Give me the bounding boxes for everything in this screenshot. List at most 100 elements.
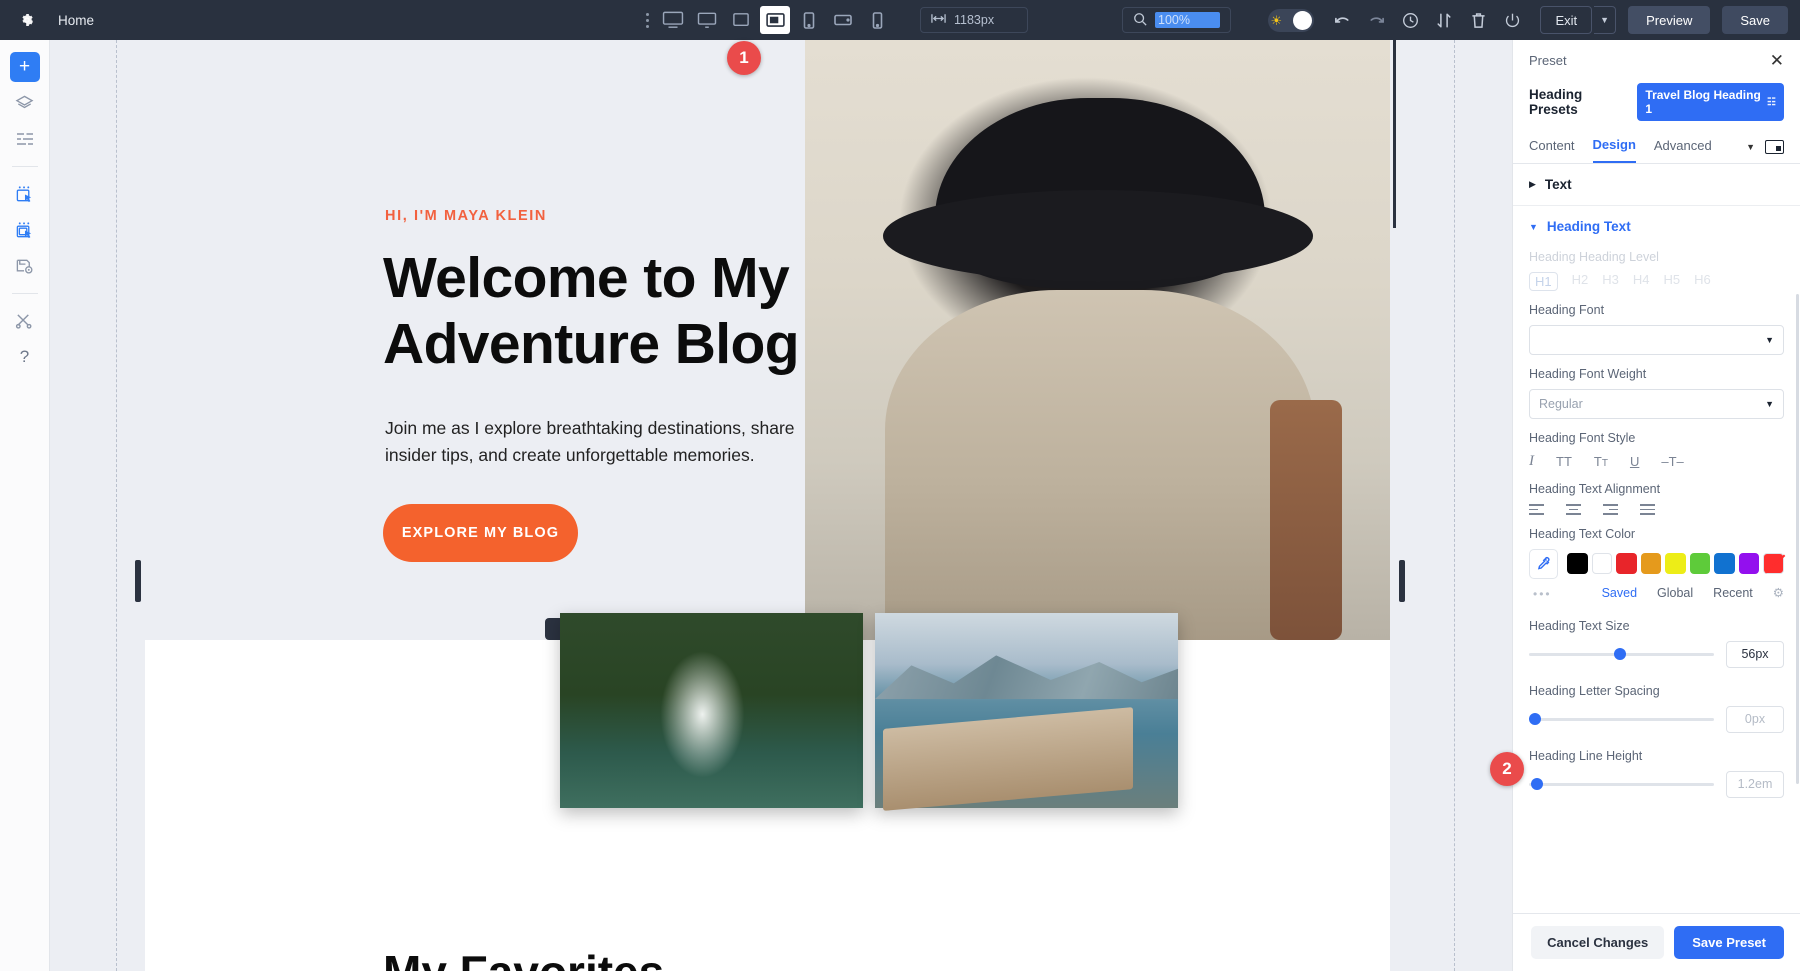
gallery-image-waterfall[interactable] <box>560 613 863 808</box>
saved-elements-icon[interactable] <box>10 251 40 281</box>
power-icon[interactable] <box>1496 5 1528 35</box>
underline-icon[interactable]: U <box>1630 454 1639 469</box>
gallery-image-lake-dock[interactable] <box>875 613 1178 811</box>
heading-font-weight-select[interactable]: Regular ▼ <box>1529 389 1784 419</box>
list-icon[interactable] <box>10 124 40 154</box>
heading-level-h2[interactable]: H2 <box>1572 272 1589 291</box>
color-swatch-yellow[interactable] <box>1665 553 1686 575</box>
tools-icon[interactable] <box>10 306 40 336</box>
heading-level-h4[interactable]: H4 <box>1633 272 1650 291</box>
more-options-icon[interactable] <box>640 8 654 32</box>
color-tab-global[interactable]: Global <box>1657 586 1693 600</box>
heading-line-height-slider[interactable] <box>1529 778 1714 791</box>
color-swatch-white[interactable] <box>1591 553 1613 575</box>
zoom-field[interactable]: 100% <box>1122 7 1231 33</box>
tab-content[interactable]: Content <box>1529 138 1575 162</box>
chevron-down-icon[interactable]: ▼ <box>1746 142 1755 152</box>
align-right-icon[interactable] <box>1603 504 1618 515</box>
slider-knob[interactable] <box>1614 648 1627 661</box>
save-button[interactable]: Save <box>1722 6 1788 34</box>
heading-level-h1[interactable]: H1 <box>1529 272 1558 291</box>
exit-dropdown-caret-icon[interactable]: ▼ <box>1594 6 1617 34</box>
zoom-value[interactable]: 100% <box>1155 12 1220 28</box>
slider-knob[interactable] <box>1530 778 1543 791</box>
breadcrumb-home[interactable]: Home <box>58 13 94 28</box>
save-preset-button[interactable]: Save Preset <box>1674 926 1784 959</box>
section-heading-text[interactable]: ▼ Heading Text <box>1513 206 1800 238</box>
trash-icon[interactable] <box>1462 5 1494 35</box>
device-tablet-portrait-icon[interactable] <box>794 6 824 34</box>
explore-my-blog-button[interactable]: EXPLORE MY BLOG <box>383 504 578 562</box>
color-swatch-blue[interactable] <box>1714 553 1735 575</box>
exit-button[interactable]: Exit <box>1540 6 1593 34</box>
device-desktop-large-icon[interactable] <box>658 6 688 34</box>
color-swatch-black[interactable] <box>1567 553 1588 575</box>
strikethrough-icon[interactable]: ‒T‒ <box>1661 454 1683 469</box>
uppercase-icon[interactable]: TT <box>1556 454 1572 469</box>
resize-handle-right[interactable] <box>1399 560 1405 602</box>
heading-font-select[interactable]: ▼ <box>1529 325 1784 355</box>
device-mobile-portrait-icon[interactable] <box>862 6 892 34</box>
hero-subtext[interactable]: Join me as I explore breathtaking destin… <box>385 415 825 469</box>
element-picker-icon[interactable] <box>10 179 40 209</box>
hero-eyebrow[interactable]: HI, I'M MAYA KLEIN <box>385 208 547 224</box>
global-element-picker-icon[interactable] <box>10 215 40 245</box>
color-swatch-transparent[interactable] <box>1763 553 1784 575</box>
preview-button[interactable]: Preview <box>1628 6 1711 34</box>
align-left-icon[interactable] <box>1529 504 1544 515</box>
color-tab-recent[interactable]: Recent <box>1713 586 1753 600</box>
heading-line-height-value[interactable]: 1.2em <box>1726 770 1784 798</box>
italic-icon[interactable]: I <box>1529 453 1534 470</box>
capitalize-icon[interactable]: TT <box>1594 454 1608 469</box>
sort-arrows-icon[interactable] <box>1428 5 1460 35</box>
layers-icon[interactable] <box>10 88 40 118</box>
add-element-button[interactable]: + <box>9 52 40 82</box>
heading-text-alignment-field: Heading Text Alignment <box>1513 470 1800 515</box>
preset-chip[interactable]: Travel Blog Heading 1 ☷ <box>1637 83 1784 121</box>
undo-icon[interactable] <box>1326 5 1358 35</box>
heading-level-h5[interactable]: H5 <box>1664 272 1681 291</box>
hero-heading[interactable]: Welcome to My Adventure Blog <box>383 245 853 377</box>
history-clock-icon[interactable] <box>1394 5 1426 35</box>
device-tablet-landscape-icon[interactable] <box>760 6 790 34</box>
hero-image[interactable] <box>805 40 1390 640</box>
favorites-heading[interactable]: My Favorites <box>383 945 664 971</box>
color-swatch-purple[interactable] <box>1738 553 1760 575</box>
panel-scrollbar[interactable] <box>1796 294 1799 784</box>
canvas-width-field[interactable]: 1183px <box>920 7 1028 33</box>
device-laptop-icon[interactable] <box>726 6 756 34</box>
resize-handle-left[interactable] <box>135 560 141 602</box>
tab-design[interactable]: Design <box>1592 137 1636 163</box>
align-center-icon[interactable] <box>1566 504 1581 515</box>
align-justify-icon[interactable] <box>1640 504 1655 515</box>
theme-toggle[interactable]: ☀ <box>1268 8 1315 32</box>
panel-layout-icon[interactable] <box>1765 139 1784 154</box>
hero-image-figure <box>885 290 1315 640</box>
device-desktop-icon[interactable] <box>692 6 722 34</box>
close-icon[interactable]: ✕ <box>1770 52 1784 69</box>
heading-letter-spacing-slider[interactable] <box>1529 713 1714 726</box>
heading-level-h6[interactable]: H6 <box>1694 272 1711 291</box>
hero-section[interactable]: HI, I'M MAYA KLEIN Welcome to My Adventu… <box>145 40 1390 640</box>
preset-chip-label: Travel Blog Heading 1 <box>1645 88 1761 116</box>
heading-text-size-slider[interactable] <box>1529 648 1714 661</box>
heading-text-size-value[interactable]: 56px <box>1726 640 1784 668</box>
redo-icon[interactable] <box>1360 5 1392 35</box>
gear-icon[interactable] <box>18 11 36 29</box>
more-colors-icon[interactable]: ••• <box>1533 587 1552 601</box>
gear-icon[interactable]: ⚙ <box>1773 585 1784 600</box>
tab-advanced[interactable]: Advanced <box>1654 138 1712 162</box>
color-swatch-orange[interactable] <box>1640 553 1662 575</box>
color-swatch-green[interactable] <box>1689 553 1711 575</box>
heading-level-h3[interactable]: H3 <box>1602 272 1619 291</box>
heading-letter-spacing-value[interactable]: 0px <box>1726 705 1784 733</box>
cancel-changes-button[interactable]: Cancel Changes <box>1531 926 1665 959</box>
eyedropper-icon[interactable] <box>1529 548 1559 579</box>
gallery-image-mountains <box>875 655 1178 699</box>
slider-knob[interactable] <box>1529 713 1541 726</box>
help-icon[interactable]: ? <box>10 342 40 372</box>
device-mobile-landscape-icon[interactable] <box>828 6 858 34</box>
color-swatch-red[interactable] <box>1616 553 1637 575</box>
color-tab-saved[interactable]: Saved <box>1602 586 1637 600</box>
section-text[interactable]: ▶ Text <box>1513 164 1800 206</box>
